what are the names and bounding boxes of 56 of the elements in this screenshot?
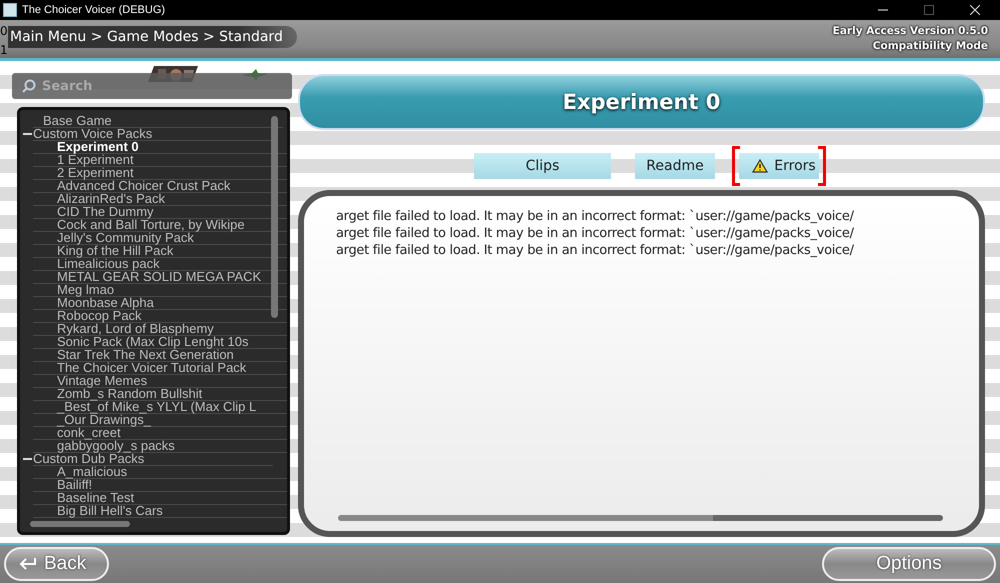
tree-item[interactable]: Cock and Ball Torture, by Wikipe xyxy=(57,219,245,231)
tree-item[interactable]: gabbygooly_s packs xyxy=(57,440,175,452)
warning-icon xyxy=(752,159,768,173)
tab[interactable]: Errors xyxy=(732,146,826,186)
tab[interactable]: Clips xyxy=(474,153,611,179)
tree-item[interactable]: Big Bill Hell's Cars xyxy=(57,505,163,517)
tree-item[interactable]: Robocop Pack xyxy=(57,310,142,322)
search-field[interactable]: Search xyxy=(12,73,292,99)
window-title: The Choicer Voicer (DEBUG) xyxy=(22,4,166,16)
tree-item[interactable]: Limealicious pack xyxy=(57,258,160,270)
tree-item[interactable]: _Best_of Mike_s YLYL (Max Clip L xyxy=(57,401,256,413)
version-label: Early Access Version 0.5.0 xyxy=(832,24,988,39)
tree-item[interactable]: METAL GEAR SOLID MEGA PACK xyxy=(57,271,262,283)
tree-item[interactable]: Base Game xyxy=(43,115,112,127)
tree-item[interactable]: The Choicer Voicer Tutorial Pack xyxy=(57,362,246,374)
tree-item[interactable]: Meg lmao xyxy=(57,284,114,296)
error-line: arget file failed to load. It may be in an incorrect format: `user://game/packs_voice/ xyxy=(336,242,855,259)
tree-item[interactable]: Bailiff! xyxy=(57,479,92,491)
tree-item[interactable]: Star Trek The Next Generation xyxy=(57,349,234,361)
tree-item[interactable]: CID The Dummy xyxy=(57,206,154,218)
tree-item[interactable]: Custom Dub Packs xyxy=(33,453,144,465)
tab[interactable]: Readme xyxy=(635,153,715,179)
collapse-icon[interactable] xyxy=(23,455,33,463)
collapse-icon[interactable] xyxy=(23,130,33,138)
tree-item[interactable]: Vintage Memes xyxy=(57,375,148,387)
tree-item[interactable]: AlizarinRed's Pack xyxy=(57,193,165,205)
tree-item[interactable]: Experiment 0 xyxy=(57,141,139,153)
tree-item[interactable]: Jelly's Community Pack xyxy=(57,232,194,244)
scrollbar[interactable] xyxy=(271,116,278,318)
tree-item[interactable]: Sonic Pack (Max Clip Lenght 10s xyxy=(57,336,248,348)
close-icon[interactable] xyxy=(970,5,980,15)
pack-title: Experiment 0 xyxy=(298,74,985,130)
error-line: arget file failed to load. It may be in an incorrect format: `user://game/packs_voice/ xyxy=(336,225,855,242)
tree-item[interactable]: Zomb_s Random Bullshit xyxy=(57,388,202,400)
tree-item[interactable]: _Our Drawings_ xyxy=(57,414,151,426)
tree-item[interactable]: conk_creet xyxy=(57,427,121,439)
return-icon xyxy=(18,557,38,571)
error-line: arget file failed to load. It may be in an incorrect format: `user://game/packs_voice/ xyxy=(336,208,855,225)
tree-item[interactable]: Baseline Test xyxy=(57,492,134,504)
tree-item[interactable]: Custom Voice Packs xyxy=(33,128,152,140)
search-icon xyxy=(22,79,36,93)
tree-item[interactable]: 1 Experiment xyxy=(57,154,134,166)
scrollbar[interactable] xyxy=(338,515,943,521)
tree-item[interactable]: Advanced Choicer Crust Pack xyxy=(57,180,230,192)
tree-item[interactable]: Rykard, Lord of Blasphemy xyxy=(57,323,214,335)
maximize-icon[interactable] xyxy=(924,5,934,15)
tree-item[interactable]: King of the Hill Pack xyxy=(57,245,174,257)
tree-item[interactable]: Moonbase Alpha xyxy=(57,297,154,309)
breadcrumb: Main Menu > Game Modes > Standard xyxy=(8,26,297,48)
app-icon xyxy=(3,3,17,17)
tree-item[interactable]: A_malicious xyxy=(57,466,128,478)
debug-label: 1 xyxy=(0,42,8,59)
tree-item[interactable]: 2 Experiment xyxy=(57,167,134,179)
mode-label: Compatibility Mode xyxy=(872,39,988,54)
debug-label: 0 xyxy=(0,23,8,40)
scrollbar[interactable] xyxy=(30,521,130,527)
